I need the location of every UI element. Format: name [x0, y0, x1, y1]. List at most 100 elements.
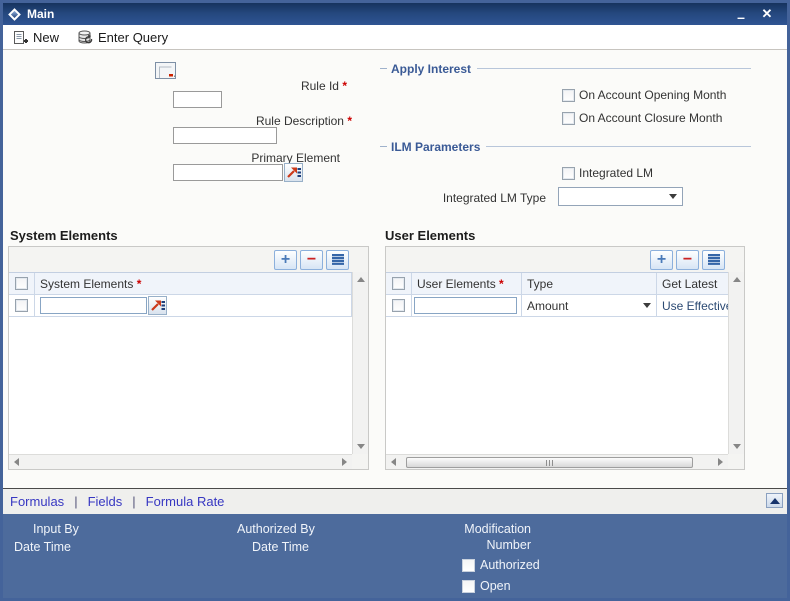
scroll-up-icon[interactable] [732, 277, 741, 282]
open-row: Open [462, 579, 511, 593]
row-checkbox-cell [386, 295, 412, 316]
system-elements-data-row [9, 295, 352, 317]
type-column-header: Type [522, 273, 657, 294]
system-element-cell [35, 295, 352, 316]
scroll-left-icon[interactable] [14, 458, 19, 466]
add-row-button[interactable]: + [274, 249, 297, 270]
tab-separator: | [132, 494, 136, 509]
lov-lookup-icon [150, 299, 165, 312]
remove-row-button[interactable]: − [676, 249, 699, 270]
diamond-icon [8, 7, 21, 21]
user-elements-grid-toolbar: + − [386, 247, 744, 272]
section-rule [477, 68, 751, 69]
enter-query-button[interactable]: Enter Query [77, 30, 168, 45]
authorized-by-label: Authorized By [237, 522, 315, 536]
scroll-up-icon[interactable] [356, 277, 365, 282]
window-preview-icon[interactable] [155, 62, 176, 79]
user-elements-data-row: Amount Use Effective [386, 295, 728, 317]
vertical-scrollbar[interactable] [728, 272, 744, 454]
on-account-closure-month-checkbox[interactable] [562, 111, 575, 125]
rule-description-label: Rule Description * [255, 114, 352, 128]
titlebar: Main – ✕ [3, 3, 787, 25]
scroll-down-icon[interactable] [356, 444, 365, 449]
open-checkbox[interactable] [462, 579, 475, 593]
authorized-checkbox-label: Authorized [480, 558, 540, 572]
on-account-closure-month-row: On Account Closure Month [562, 111, 722, 125]
action-toolbar: New Enter Query [3, 25, 787, 50]
get-latest-cell-select[interactable]: Use Effective [657, 295, 728, 316]
main-window: Main – ✕ New Enter Query Rule Id * Rule … [0, 0, 790, 601]
select-all-checkbox[interactable] [15, 277, 28, 290]
user-elements-grid: User Elements * Type Get Latest Amount U… [386, 272, 728, 454]
row-select-checkbox[interactable] [392, 299, 405, 312]
get-latest-value: Use Effective [662, 298, 728, 313]
required-marker: * [342, 79, 347, 93]
add-row-button[interactable]: + [650, 249, 673, 270]
minimize-button[interactable]: – [731, 3, 751, 25]
horizontal-scrollbar[interactable] [386, 454, 728, 469]
user-elements-title: User Elements [385, 228, 476, 243]
user-elements-panel: + − User Elements * Type Get Latest Amou… [385, 246, 745, 470]
scroll-down-icon[interactable] [732, 444, 741, 449]
system-elements-column-header: System Elements * [35, 273, 352, 294]
open-checkbox-label: Open [480, 579, 511, 593]
scroll-left-icon[interactable] [391, 458, 396, 466]
user-element-input[interactable] [414, 297, 517, 314]
single-view-icon[interactable] [702, 249, 725, 270]
type-cell-select[interactable]: Amount [522, 295, 657, 316]
system-elements-grid: System Elements * [9, 272, 352, 454]
type-value: Amount [527, 298, 569, 313]
new-button[interactable]: New [13, 30, 59, 45]
system-element-lov-button[interactable] [148, 296, 167, 315]
required-marker: * [347, 114, 352, 128]
tab-formula-rate[interactable]: Formula Rate [146, 494, 225, 509]
horizontal-scrollbar[interactable] [9, 454, 352, 469]
bottom-tabstrip: Formulas | Fields | Formula Rate [3, 488, 787, 514]
form-content: Rule Id * Rule Description * Primary Ele… [3, 50, 787, 488]
on-account-closure-month-label: On Account Closure Month [579, 111, 723, 125]
integrated-lm-checkbox[interactable] [562, 166, 575, 180]
enter-query-button-label: Enter Query [98, 29, 169, 45]
tab-formulas[interactable]: Formulas [10, 494, 64, 509]
close-button[interactable]: ✕ [757, 3, 777, 25]
system-elements-grid-toolbar: + − [9, 247, 368, 272]
primary-element-label: Primary Element [251, 151, 340, 165]
system-elements-panel: + − System Elements * [8, 246, 369, 470]
scroll-right-icon[interactable] [342, 458, 347, 466]
section-dash [380, 68, 387, 69]
primary-element-input[interactable] [173, 164, 283, 181]
dropdown-arrow-icon [669, 194, 677, 199]
rule-id-input[interactable] [173, 91, 222, 108]
ilm-parameters-section-header: ILM Parameters [380, 140, 751, 154]
rule-description-input[interactable] [173, 127, 277, 144]
collapse-up-icon [769, 497, 780, 504]
authorized-row: Authorized [462, 558, 540, 572]
system-elements-title: System Elements [10, 228, 118, 243]
user-elements-column-header: User Elements * [412, 273, 522, 294]
on-account-opening-month-checkbox[interactable] [562, 88, 575, 102]
authorized-checkbox[interactable] [462, 558, 475, 572]
authorized-date-time-label: Date Time [252, 540, 309, 554]
single-view-icon[interactable] [326, 249, 349, 270]
audit-footer: Input By Date Time Authorized By Date Ti… [3, 514, 787, 598]
system-element-input[interactable] [40, 297, 147, 314]
tab-fields[interactable]: Fields [88, 494, 123, 509]
remove-row-button[interactable]: − [300, 249, 323, 270]
primary-element-lov-button[interactable] [284, 163, 303, 182]
integrated-lm-type-select[interactable] [558, 187, 683, 206]
collapse-panel-button[interactable] [766, 493, 783, 508]
on-account-opening-month-row: On Account Opening Month [562, 88, 726, 102]
scroll-right-icon[interactable] [718, 458, 723, 466]
integrated-lm-row: Integrated LM [562, 166, 653, 180]
horizontal-scrollbar-thumb[interactable] [406, 457, 693, 468]
input-by-label: Input By [33, 522, 79, 536]
select-all-checkbox[interactable] [392, 277, 405, 290]
vertical-scrollbar[interactable] [352, 272, 368, 454]
input-date-time-label: Date Time [14, 540, 71, 554]
apply-interest-section-header: Apply Interest [380, 62, 751, 76]
header-checkbox-cell [386, 273, 412, 294]
row-select-checkbox[interactable] [15, 299, 28, 312]
new-document-icon [13, 30, 28, 45]
system-elements-header-row: System Elements * [9, 273, 352, 295]
tab-separator: | [74, 494, 78, 509]
